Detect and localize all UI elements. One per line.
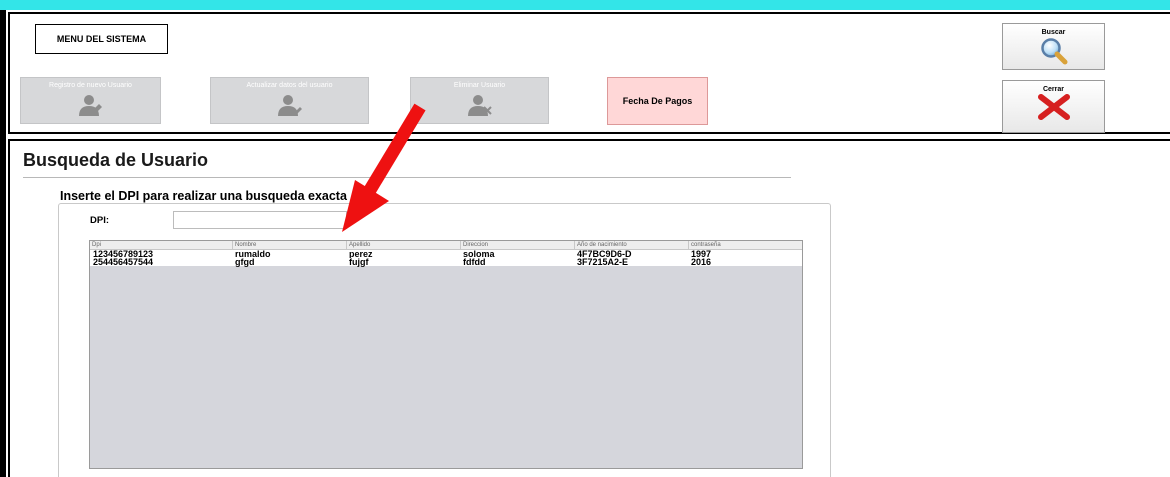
cell-direccion: fdfdd <box>463 257 486 267</box>
search-instructions: Inserte el DPI para realizar una busqued… <box>60 189 347 203</box>
window-top-bar <box>0 0 1170 10</box>
red-x-icon <box>1037 94 1070 120</box>
cerrar-label: Cerrar <box>1042 86 1064 93</box>
page-title: Busqueda de Usuario <box>23 150 209 170</box>
menu-panel <box>8 12 1170 134</box>
cell-dpi: 254456457544 <box>93 257 154 267</box>
dpi-search-input[interactable] <box>173 211 347 229</box>
magnifier-icon <box>1040 38 1067 65</box>
eliminar-usuario-label: Eliminar Usuario <box>453 82 506 89</box>
column-header-nacimiento[interactable]: Año de nacimiento <box>574 241 688 249</box>
cell-nombre: gfgd <box>235 257 255 267</box>
table-row[interactable]: 254456457544 gfgd fujgf fdfdd 3F7215A2-E… <box>90 257 802 267</box>
registro-usuario-label: Registro de nuevo Usuario <box>49 82 132 89</box>
actualizar-usuario-button[interactable]: Actualizar datos del usuario <box>210 77 369 124</box>
buscar-label: Buscar <box>1041 29 1066 36</box>
buscar-button[interactable]: Buscar <box>1002 23 1105 70</box>
column-header-contrasena[interactable]: contraseña <box>688 241 802 249</box>
eliminar-usuario-button[interactable]: Eliminar Usuario <box>410 77 549 124</box>
title-divider <box>23 177 791 178</box>
column-header-apellido[interactable]: Apellido <box>346 241 460 249</box>
fecha-pagos-button[interactable]: Fecha De Pagos <box>607 77 708 125</box>
users-table[interactable]: Dpi Nombre Apellido Direccion Año de nac… <box>89 240 803 469</box>
column-header-direccion[interactable]: Direccion <box>460 241 574 249</box>
cerrar-button[interactable]: Cerrar <box>1002 80 1105 133</box>
user-edit-icon <box>277 95 302 116</box>
column-header-nombre[interactable]: Nombre <box>232 241 346 249</box>
actualizar-usuario-label: Actualizar datos del usuario <box>246 82 333 89</box>
cell-apellido: fujgf <box>349 257 369 267</box>
window-left-border <box>0 10 6 477</box>
user-add-icon <box>78 95 102 116</box>
cell-contrasena: 2016 <box>691 257 712 267</box>
user-delete-icon <box>467 95 492 116</box>
menu-title: MENU DEL SISTEMA <box>35 24 168 54</box>
column-header-dpi[interactable]: Dpi <box>90 241 232 249</box>
dpi-label: DPI: <box>90 215 109 226</box>
registro-usuario-button[interactable]: Registro de nuevo Usuario <box>20 77 161 124</box>
cell-nacimiento: 3F7215A2-E <box>577 257 629 267</box>
